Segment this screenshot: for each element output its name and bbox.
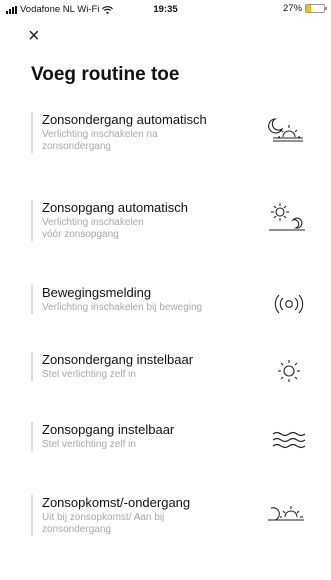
status-right: 27% bbox=[282, 3, 327, 14]
routine-subtitle: Uit bij zonsopkomst/ Aan bij zonsonderga… bbox=[42, 512, 165, 535]
sun-icon bbox=[265, 354, 307, 394]
routine-item-sunrise-sunset[interactable]: Zonsopkomst/-ondergang Uit bij zonsopkom… bbox=[31, 495, 307, 536]
moon-sunset-icon bbox=[265, 112, 307, 152]
status-time: 19:35 bbox=[153, 4, 178, 15]
routine-item-sunset-adjustable[interactable]: Zonsondergang instelbaar Stel verlichtin… bbox=[31, 352, 307, 382]
routine-subtitle: Verlichting inschakelen vóór zonsopgang bbox=[42, 217, 144, 240]
close-button[interactable]: × bbox=[28, 26, 48, 46]
motion-sensor-icon bbox=[265, 287, 307, 327]
battery-percent: 27% bbox=[282, 3, 302, 14]
page-title: Voeg routine toe bbox=[31, 64, 180, 85]
routine-item-sunrise-auto[interactable]: Zonsopgang automatisch Verlichting insch… bbox=[31, 200, 307, 241]
battery-icon bbox=[305, 4, 327, 13]
routine-item-sunset-auto[interactable]: Zonsondergang automatisch Verlichting in… bbox=[31, 112, 307, 153]
waves-icon bbox=[265, 422, 307, 462]
routine-subtitle: Verlichting inschakelen na zonsondergang bbox=[42, 129, 158, 152]
battery-level bbox=[306, 5, 311, 12]
moon-sun-icon bbox=[265, 497, 307, 537]
status-bar: Vodafone NL Wi-Fi 19:35 27% bbox=[0, 0, 331, 20]
sunrise-icon bbox=[265, 200, 307, 240]
routine-item-motion[interactable]: Bewegingsmelding Verlichting inschakelen… bbox=[31, 285, 307, 314]
routine-item-sunrise-adjustable[interactable]: Zonsopgang instelbaar Stel verlichting z… bbox=[31, 422, 307, 451]
